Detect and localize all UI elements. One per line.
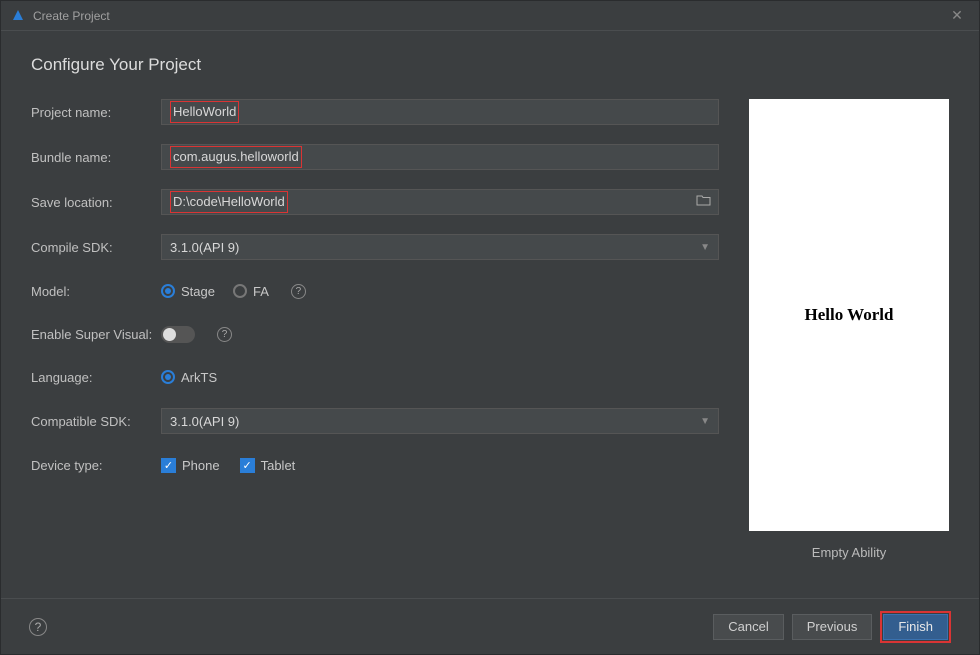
label-language: Language: [31, 370, 161, 385]
footer-help-icon[interactable]: ? [29, 618, 47, 636]
row-device-type: Device type: ✓ Phone ✓ Tablet [31, 453, 719, 477]
radio-dot-icon [161, 284, 175, 298]
checkbox-phone[interactable]: ✓ Phone [161, 458, 220, 473]
close-icon[interactable]: ✕ [945, 7, 969, 24]
row-save-location: Save location: D:\code\HelloWorld [31, 189, 719, 215]
help-icon[interactable]: ? [217, 327, 232, 342]
checkbox-tablet-label: Tablet [261, 458, 296, 473]
label-device-type: Device type: [31, 458, 161, 473]
row-project-name: Project name: HelloWorld [31, 99, 719, 125]
radio-arkts-label: ArkTS [181, 370, 217, 385]
row-model: Model: Stage FA ? [31, 279, 719, 303]
row-language: Language: ArkTS [31, 365, 719, 389]
browse-folder-icon[interactable] [696, 194, 711, 206]
page-heading: Configure Your Project [31, 55, 949, 75]
main-area: Project name: HelloWorld Bundle name: co… [31, 99, 949, 598]
project-name-value: HelloWorld [170, 101, 239, 123]
dropdown-arrow-icon: ▼ [700, 242, 710, 253]
label-compile-sdk: Compile SDK: [31, 240, 161, 255]
preview-label: Empty Ability [812, 545, 886, 560]
row-enable-super-visual: Enable Super Visual: ? [31, 322, 719, 346]
checkbox-tablet[interactable]: ✓ Tablet [240, 458, 296, 473]
radio-dot-icon [161, 370, 175, 384]
radio-fa[interactable]: FA [233, 284, 269, 299]
row-compile-sdk: Compile SDK: 3.1.0(API 9) ▼ [31, 234, 719, 260]
help-icon[interactable]: ? [291, 284, 306, 299]
titlebar: Create Project ✕ [1, 1, 979, 31]
radio-dot-icon [233, 284, 247, 298]
compile-sdk-value: 3.1.0(API 9) [170, 240, 239, 255]
finish-button[interactable]: Finish [883, 614, 948, 640]
window-title: Create Project [33, 9, 945, 23]
toggle-knob [163, 328, 176, 341]
radio-stage[interactable]: Stage [161, 284, 215, 299]
row-bundle-name: Bundle name: com.augus.helloworld [31, 144, 719, 170]
create-project-window: Create Project ✕ Configure Your Project … [0, 0, 980, 655]
phone-preview: Hello World [749, 99, 949, 531]
row-compatible-sdk: Compatible SDK: 3.1.0(API 9) ▼ [31, 408, 719, 434]
project-name-input[interactable]: HelloWorld [161, 99, 719, 125]
checkbox-phone-label: Phone [182, 458, 220, 473]
radio-arkts[interactable]: ArkTS [161, 370, 217, 385]
save-location-value: D:\code\HelloWorld [170, 191, 288, 213]
previous-button[interactable]: Previous [792, 614, 873, 640]
bundle-name-value: com.augus.helloworld [170, 146, 302, 168]
cancel-button[interactable]: Cancel [713, 614, 783, 640]
label-save-location: Save location: [31, 195, 161, 210]
label-enable-super-visual: Enable Super Visual: [31, 327, 161, 342]
footer-bar: ? Cancel Previous Finish [1, 598, 979, 654]
preview-pane: Hello World Empty Ability [749, 99, 949, 598]
form: Project name: HelloWorld Bundle name: co… [31, 99, 719, 598]
checkbox-check-icon: ✓ [161, 458, 176, 473]
app-logo-icon [11, 9, 25, 23]
compile-sdk-select[interactable]: 3.1.0(API 9) ▼ [161, 234, 719, 260]
preview-text: Hello World [805, 305, 894, 325]
bundle-name-input[interactable]: com.augus.helloworld [161, 144, 719, 170]
compatible-sdk-value: 3.1.0(API 9) [170, 414, 239, 429]
radio-stage-label: Stage [181, 284, 215, 299]
content-area: Configure Your Project Project name: Hel… [1, 31, 979, 598]
checkbox-check-icon: ✓ [240, 458, 255, 473]
radio-fa-label: FA [253, 284, 269, 299]
label-bundle-name: Bundle name: [31, 150, 161, 165]
label-project-name: Project name: [31, 105, 161, 120]
super-visual-toggle[interactable] [161, 326, 195, 343]
label-model: Model: [31, 284, 161, 299]
label-compatible-sdk: Compatible SDK: [31, 414, 161, 429]
dropdown-arrow-icon: ▼ [700, 416, 710, 427]
finish-button-highlight: Finish [880, 611, 951, 643]
compatible-sdk-select[interactable]: 3.1.0(API 9) ▼ [161, 408, 719, 434]
save-location-input[interactable]: D:\code\HelloWorld [161, 189, 719, 215]
